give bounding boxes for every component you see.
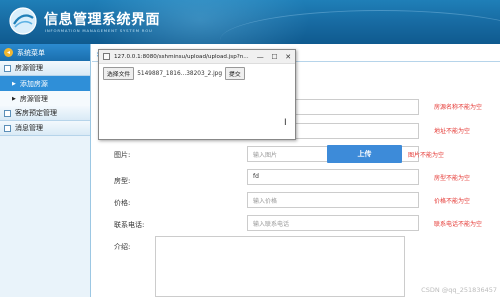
sidebar-group-bookings[interactable]: 客房预定管理: [0, 106, 90, 121]
arrow-right-icon: ▶: [12, 95, 16, 102]
close-icon[interactable]: ✕: [285, 53, 291, 61]
app-subtitle: INFORMATION MANAGEMENT SYSTEM ROU: [45, 28, 153, 33]
submit-button[interactable]: 提交: [225, 67, 245, 80]
sidebar-group-listings[interactable]: 房源管理: [0, 61, 90, 76]
app-header: 信息管理系统界面 INFORMATION MANAGEMENT SYSTEM R…: [0, 0, 500, 44]
intro-label: 介绍:: [114, 243, 131, 251]
upload-button[interactable]: 上传: [327, 145, 402, 163]
choose-file-button[interactable]: 选择文件: [103, 67, 135, 80]
popup-url: 127.0.0.1:8080/sshminsu/upload/upload.js…: [114, 53, 249, 60]
address-error: 地址不能为空: [434, 128, 471, 135]
app-logo-icon: [9, 7, 37, 35]
sidebar: ◂ 系统菜单 房源管理 ▶ 添加房源 ▶ 房源管理 客房预定管理 消息管理: [0, 44, 91, 297]
image-label: 图片:: [114, 151, 131, 159]
price-input[interactable]: 输入价格: [247, 192, 419, 208]
sidebar-title: 系统菜单: [17, 48, 45, 57]
minimize-icon[interactable]: —: [257, 53, 264, 61]
room-type-input[interactable]: fd: [247, 169, 419, 185]
sidebar-item-label: 添加房源: [19, 79, 48, 88]
folder-icon: [4, 124, 11, 132]
text-cursor-icon: I: [284, 118, 287, 128]
popup-titlebar: 127.0.0.1:8080/sshminsu/upload/upload.js…: [99, 50, 295, 64]
sidebar-group-label: 客房预定管理: [15, 109, 57, 117]
folder-icon: [4, 109, 11, 117]
sidebar-group-label: 消息管理: [15, 124, 43, 132]
arrow-right-icon: ▶: [12, 80, 16, 87]
sidebar-header: ◂ 系统菜单: [0, 44, 90, 61]
room-type-error: 房型不能为空: [434, 175, 471, 182]
sidebar-item-add-listing[interactable]: ▶ 添加房源: [0, 76, 90, 91]
collapse-icon[interactable]: ◂: [4, 48, 13, 57]
phone-error: 联系电话不能为空: [434, 221, 483, 228]
sidebar-group-messages[interactable]: 消息管理: [0, 121, 90, 136]
intro-textarea[interactable]: [155, 236, 405, 297]
watermark: CSDN @qq_251836457: [421, 286, 497, 294]
phone-label: 联系电话:: [114, 221, 145, 229]
upload-popup-window: 127.0.0.1:8080/sshminsu/upload/upload.js…: [98, 49, 296, 140]
maximize-icon[interactable]: ☐: [271, 53, 277, 61]
price-error: 价格不能为空: [434, 198, 471, 205]
image-error: 图片不能为空: [408, 152, 445, 159]
phone-input[interactable]: 输入联系电话: [247, 215, 419, 231]
folder-icon: [4, 64, 11, 72]
listing-name-error: 房源名称不能为空: [434, 104, 483, 111]
popup-file-row: 选择文件 5149887_1816...38203_2.jpg 提交: [99, 64, 295, 83]
room-type-label: 房型:: [114, 177, 131, 185]
sidebar-group-label: 房源管理: [15, 64, 43, 72]
sidebar-item-label: 房源管理: [19, 94, 48, 103]
selected-file-name: 5149887_1816...38203_2.jpg: [137, 70, 223, 77]
sidebar-item-manage-listing[interactable]: ▶ 房源管理: [0, 91, 90, 106]
page-icon: [103, 53, 110, 60]
price-label: 价格:: [114, 199, 131, 207]
app-title: 信息管理系统界面: [44, 12, 160, 28]
window-controls: — ☐ ✕: [253, 53, 295, 61]
